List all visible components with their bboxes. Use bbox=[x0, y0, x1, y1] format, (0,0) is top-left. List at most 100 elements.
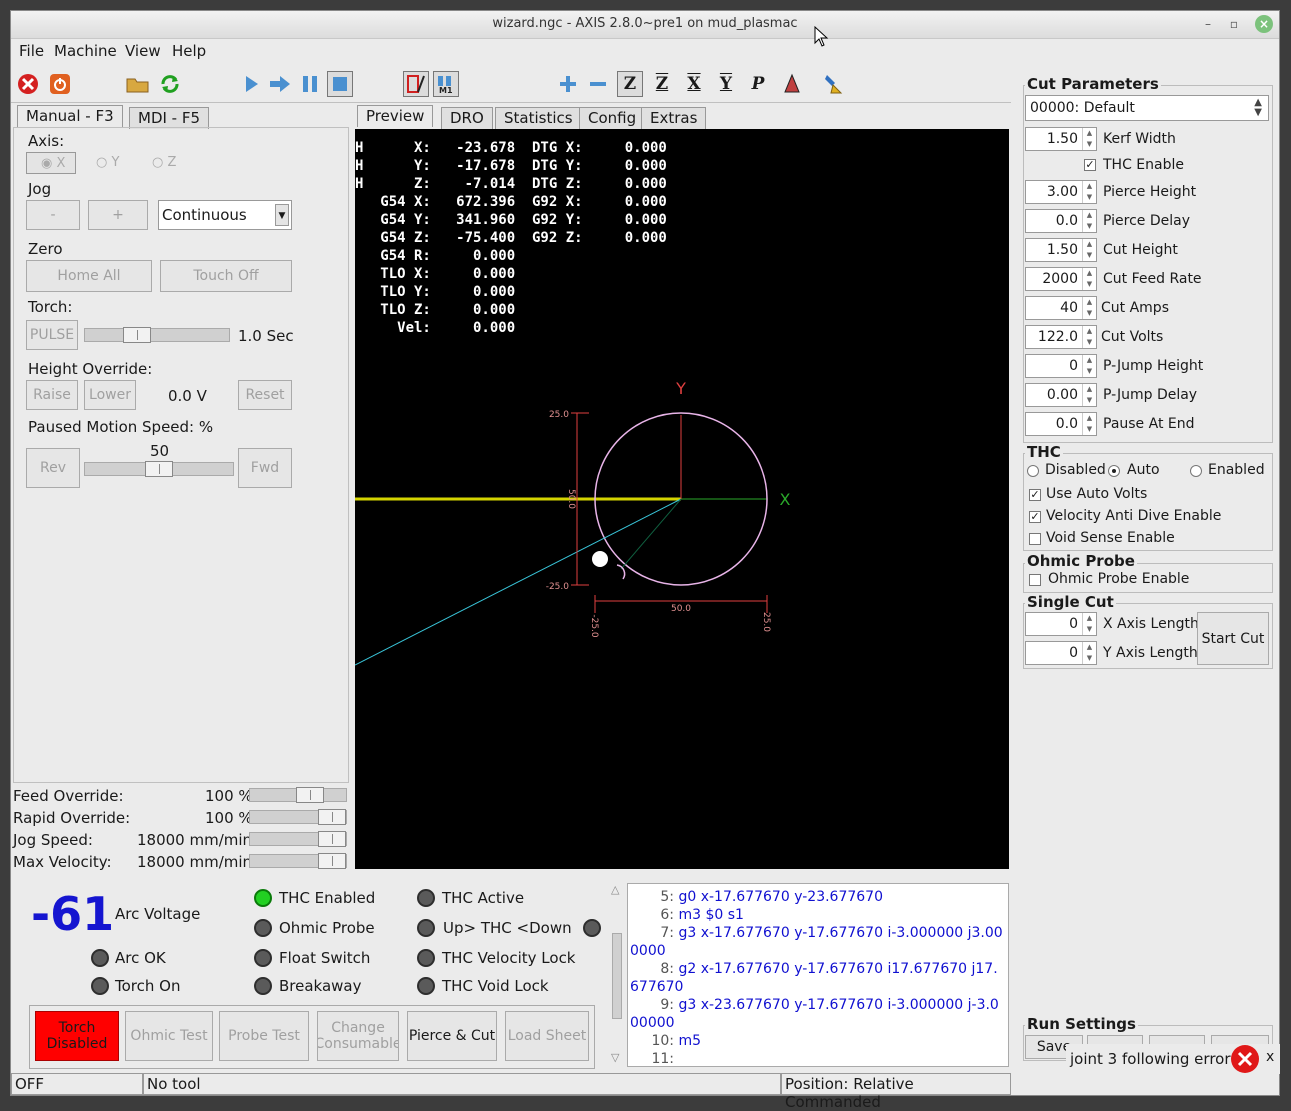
slider-thumb[interactable] bbox=[318, 831, 346, 847]
slider-thumb[interactable] bbox=[123, 327, 151, 343]
preview-canvas[interactable]: H X: -23.678 DTG X: 0.000 H Y: -17.678 D… bbox=[355, 129, 1009, 869]
menu-file[interactable]: File bbox=[19, 42, 44, 60]
spin-arrows-icon[interactable]: ▲ ▼ bbox=[1082, 181, 1096, 203]
close-window-button[interactable]: × bbox=[1255, 15, 1273, 33]
pjump-height-spinbox[interactable]: 0 ▲ ▼ bbox=[1025, 354, 1097, 378]
reset-button[interactable]: Reset bbox=[238, 380, 292, 410]
pause-at-end-spinbox[interactable]: 0.0 ▲ ▼ bbox=[1025, 412, 1097, 436]
ohmic-test-button[interactable]: Ohmic Test bbox=[125, 1011, 213, 1061]
spin-arrows-icon[interactable]: ▲ ▼ bbox=[1082, 326, 1096, 348]
home-all-button[interactable]: Home All bbox=[26, 260, 152, 292]
ohmic-probe-checkbox[interactable] bbox=[1029, 574, 1041, 586]
cut-volts-spinbox[interactable]: 122.0 ▲ ▼ bbox=[1025, 325, 1097, 349]
clear-plot-icon[interactable] bbox=[821, 71, 847, 97]
pierce-delay-spinbox[interactable]: 0.0 ▲ ▼ bbox=[1025, 209, 1097, 233]
material-select[interactable]: 00000: Default ▲ ▼ bbox=[1025, 95, 1269, 121]
thc-disabled-radio[interactable] bbox=[1027, 465, 1039, 477]
spin-arrows-icon[interactable]: ▲ ▼ bbox=[1082, 210, 1096, 232]
view-z-icon[interactable]: Z bbox=[617, 71, 643, 97]
pjump-delay-spinbox[interactable]: 0.00 ▲ ▼ bbox=[1025, 383, 1097, 407]
velocity-anti-dive-checkbox[interactable]: ✓ bbox=[1029, 511, 1041, 523]
view-z2-icon[interactable]: Z bbox=[649, 71, 675, 97]
load-sheet-button[interactable]: Load Sheet bbox=[505, 1011, 589, 1061]
scroll-down-icon[interactable]: ▽ bbox=[611, 1051, 619, 1064]
axis-z-radio[interactable]: ○ Z bbox=[152, 155, 176, 170]
spin-arrows-icon[interactable]: ▲ ▼ bbox=[1082, 355, 1096, 377]
tab-preview[interactable]: Preview bbox=[357, 105, 434, 127]
menu-machine[interactable]: Machine bbox=[54, 42, 117, 60]
menu-help[interactable]: Help bbox=[172, 42, 206, 60]
jog-minus-button[interactable]: - bbox=[26, 200, 80, 230]
spin-arrows-icon[interactable]: ▲ ▼ bbox=[1082, 297, 1096, 319]
max-velocity-slider[interactable] bbox=[249, 853, 347, 869]
spin-arrows-icon[interactable]: ▲ ▼ bbox=[1082, 128, 1096, 150]
jog-mode-select[interactable]: Continuous ▼ bbox=[158, 200, 292, 230]
view-x-icon[interactable]: X bbox=[681, 71, 707, 97]
spin-arrows-icon[interactable]: ▲ ▼ bbox=[1082, 613, 1096, 635]
kerf-width-spinbox[interactable]: 1.50 ▲ ▼ bbox=[1025, 127, 1097, 151]
pierce-cut-button[interactable]: Pierce & Cut bbox=[407, 1011, 497, 1061]
scroll-up-icon[interactable]: △ bbox=[611, 883, 619, 896]
torch-disabled-button[interactable]: Torch Disabled bbox=[35, 1011, 119, 1061]
feed-override-slider[interactable] bbox=[249, 787, 347, 803]
estop-icon[interactable] bbox=[15, 71, 41, 97]
stop-icon[interactable] bbox=[327, 71, 353, 97]
slider-thumb[interactable] bbox=[296, 787, 324, 803]
run-icon[interactable] bbox=[239, 71, 265, 97]
spin-arrows-icon[interactable]: ▲ ▼ bbox=[1082, 268, 1096, 290]
pierce-height-spinbox[interactable]: 3.00 ▲ ▼ bbox=[1025, 180, 1097, 204]
rev-button[interactable]: Rev bbox=[26, 448, 80, 488]
code-scrollbar[interactable]: △ ▽ bbox=[609, 883, 625, 1067]
start-cut-button[interactable]: Start Cut bbox=[1197, 612, 1269, 665]
tab-manual[interactable]: Manual - F3 bbox=[17, 105, 123, 127]
step-icon[interactable] bbox=[267, 71, 293, 97]
open-file-icon[interactable] bbox=[125, 71, 151, 97]
axis-x-radio[interactable]: ◉ X bbox=[26, 152, 76, 174]
spin-arrows-icon[interactable]: ▲ ▼ bbox=[1082, 239, 1096, 261]
change-consumable-button[interactable]: Change Consumable bbox=[317, 1011, 399, 1061]
raise-button[interactable]: Raise bbox=[26, 380, 78, 410]
x-axis-length-spinbox[interactable]: 0 ▲ ▼ bbox=[1025, 612, 1097, 636]
tab-config[interactable]: Config bbox=[579, 107, 646, 129]
view-p-icon[interactable]: P bbox=[745, 71, 771, 97]
lower-button[interactable]: Lower bbox=[84, 380, 136, 410]
reload-icon[interactable] bbox=[157, 71, 183, 97]
tab-statistics[interactable]: Statistics bbox=[495, 107, 582, 129]
use-auto-volts-checkbox[interactable]: ✓ bbox=[1029, 489, 1041, 501]
thc-auto-radio[interactable] bbox=[1108, 465, 1120, 477]
tab-mdi[interactable]: MDI - F5 bbox=[129, 107, 210, 129]
cut-feed-rate-spinbox[interactable]: 2000 ▲ ▼ bbox=[1025, 267, 1097, 291]
gcode-view[interactable]: 5: g0 x-17.677670 y-23.677670 6: m3 $0 s… bbox=[627, 883, 1009, 1067]
slider-thumb[interactable] bbox=[318, 809, 346, 825]
thc-enabled-radio[interactable] bbox=[1190, 465, 1202, 477]
cut-amps-spinbox[interactable]: 40 ▲ ▼ bbox=[1025, 296, 1097, 320]
axis-y-radio[interactable]: ○ Y bbox=[96, 155, 119, 170]
view-y-icon[interactable]: Y bbox=[713, 71, 739, 97]
pulse-button[interactable]: PULSE bbox=[26, 320, 78, 350]
optional-stop-icon[interactable]: M1 bbox=[433, 71, 459, 97]
zoom-in-icon[interactable] bbox=[555, 71, 581, 97]
thc-enable-checkbox[interactable]: ✓ bbox=[1084, 159, 1096, 171]
menu-view[interactable]: View bbox=[125, 42, 161, 60]
rotate-view-icon[interactable] bbox=[779, 71, 805, 97]
spin-arrows-icon[interactable]: ▲ ▼ bbox=[1082, 642, 1096, 664]
zoom-out-icon[interactable] bbox=[585, 71, 611, 97]
rapid-override-slider[interactable] bbox=[249, 809, 347, 825]
void-sense-checkbox[interactable] bbox=[1029, 533, 1041, 545]
slider-thumb[interactable] bbox=[145, 461, 173, 477]
jog-plus-button[interactable]: + bbox=[88, 200, 148, 230]
notification-close-button[interactable]: x bbox=[1266, 1049, 1274, 1065]
minimize-button[interactable]: – bbox=[1199, 15, 1217, 33]
tab-extras[interactable]: Extras bbox=[641, 107, 707, 129]
pause-icon[interactable] bbox=[297, 71, 323, 97]
spin-arrows-icon[interactable]: ▲ ▼ bbox=[1082, 413, 1096, 435]
fwd-button[interactable]: Fwd bbox=[238, 448, 292, 488]
touch-off-button[interactable]: Touch Off bbox=[160, 260, 292, 292]
y-axis-length-spinbox[interactable]: 0 ▲ ▼ bbox=[1025, 641, 1097, 665]
pulse-time-slider[interactable] bbox=[84, 327, 230, 343]
probe-test-button[interactable]: Probe Test bbox=[219, 1011, 309, 1061]
tab-dro[interactable]: DRO bbox=[441, 107, 493, 129]
scroll-thumb[interactable] bbox=[612, 933, 622, 1019]
slider-thumb[interactable] bbox=[318, 853, 346, 869]
paused-speed-slider[interactable] bbox=[84, 461, 234, 477]
